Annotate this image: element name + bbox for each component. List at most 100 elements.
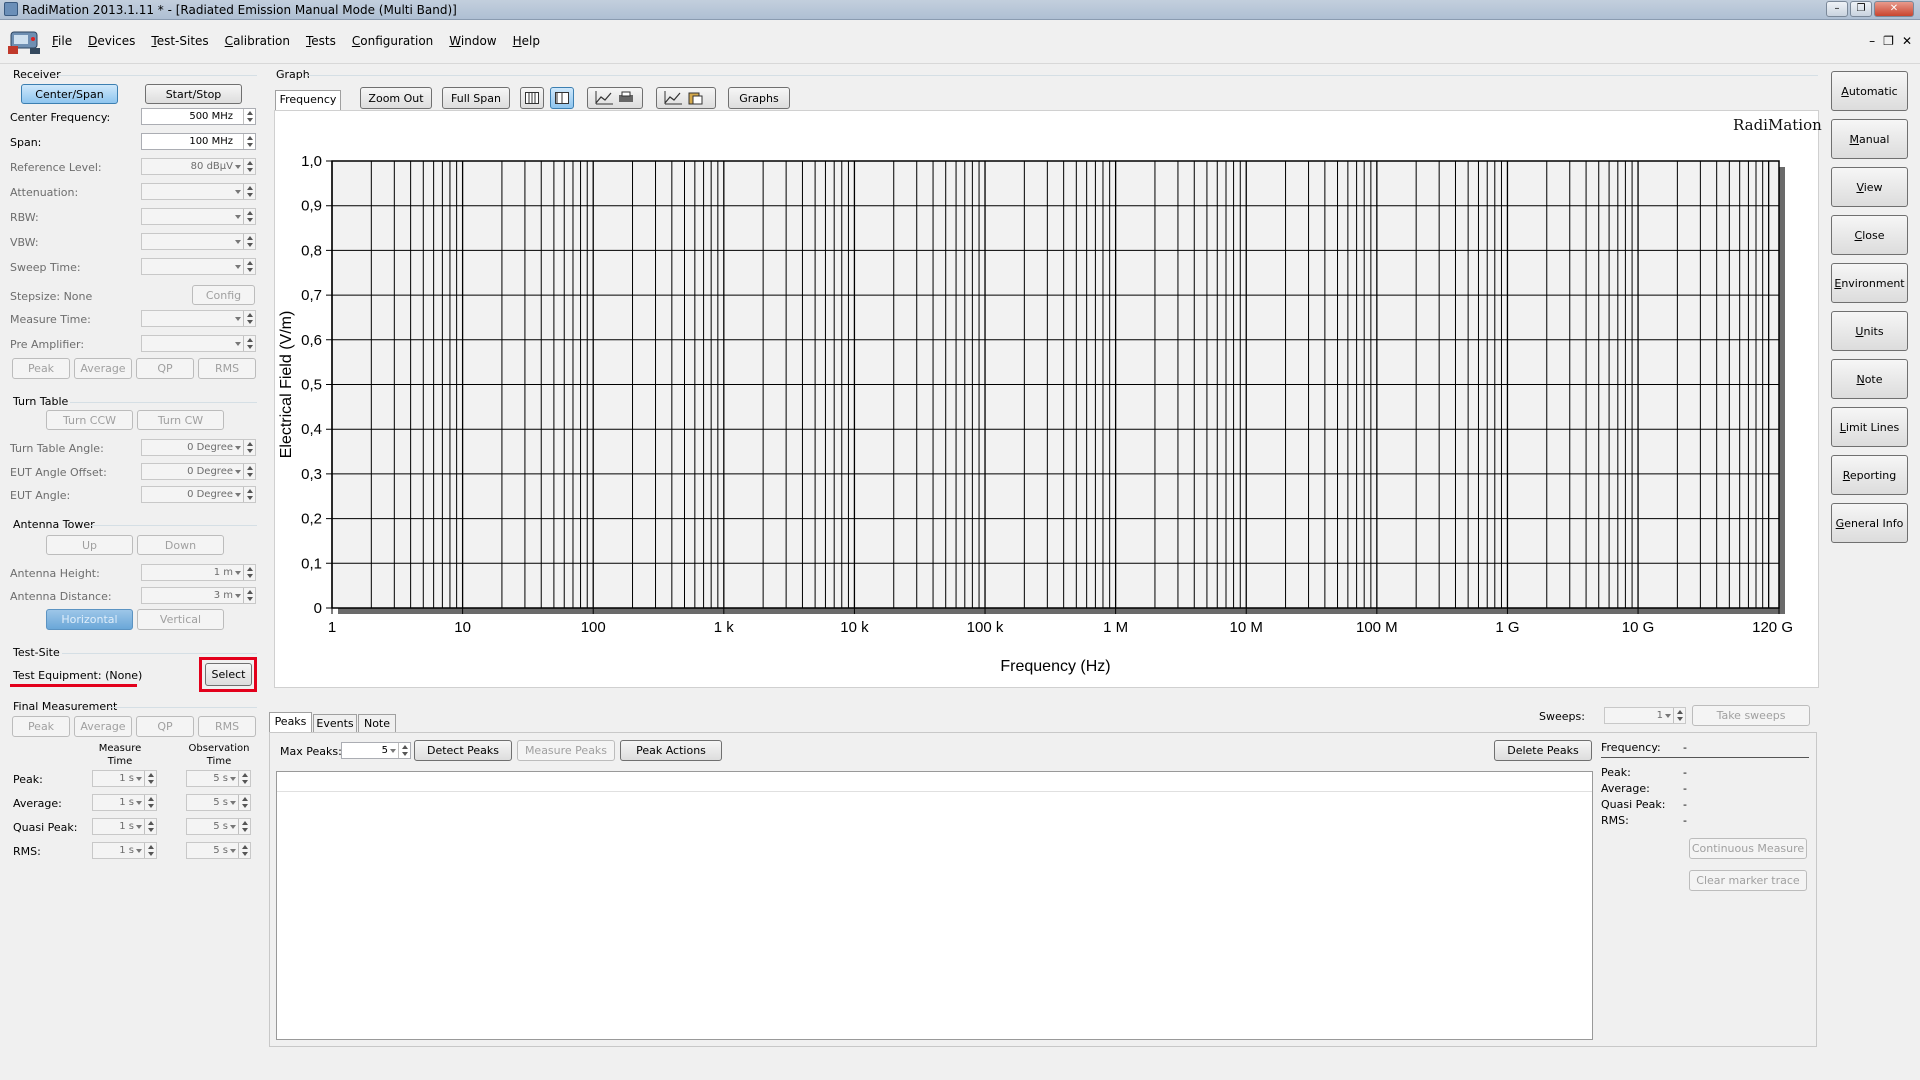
reporting-button[interactable]: Reporting bbox=[1831, 455, 1908, 495]
start-stop-button[interactable]: Start/Stop bbox=[145, 84, 242, 104]
spinner-icon[interactable] bbox=[243, 159, 255, 174]
spinner-icon[interactable] bbox=[243, 234, 255, 249]
vbw-field[interactable] bbox=[141, 233, 256, 250]
center-span-button[interactable]: Center/Span bbox=[21, 84, 118, 104]
rbw-field[interactable] bbox=[141, 208, 256, 225]
manual-button[interactable]: Manual bbox=[1831, 119, 1908, 159]
menu-tests[interactable]: Tests bbox=[306, 34, 348, 48]
mdi-restore-button[interactable]: ❐ bbox=[1883, 34, 1894, 48]
receiver-average-button[interactable]: Average bbox=[74, 358, 132, 379]
dropdown-arrow-icon[interactable] bbox=[233, 487, 243, 502]
mdi-close-button[interactable]: ✕ bbox=[1902, 34, 1912, 48]
dropdown-arrow-icon[interactable] bbox=[228, 843, 238, 858]
dropdown-arrow-icon[interactable] bbox=[233, 588, 243, 603]
copy-graph-button[interactable] bbox=[656, 87, 716, 109]
dropdown-arrow-icon[interactable] bbox=[228, 771, 238, 786]
dropdown-arrow-icon[interactable] bbox=[233, 234, 243, 249]
spinner-icon[interactable] bbox=[243, 109, 255, 124]
spinner-icon[interactable] bbox=[398, 743, 410, 758]
sweep-time-field[interactable] bbox=[141, 258, 256, 275]
grid-fine-toggle[interactable] bbox=[520, 87, 544, 109]
delete-peaks-button[interactable]: Delete Peaks bbox=[1494, 740, 1592, 761]
dropdown-arrow-icon[interactable] bbox=[233, 259, 243, 274]
final-quasi-peak-observation-field[interactable]: 5 s bbox=[186, 818, 251, 835]
tab-note[interactable]: Note bbox=[358, 714, 396, 733]
pre-amplifier-field[interactable] bbox=[141, 335, 256, 352]
final-peak-observation-field[interactable]: 5 s bbox=[186, 770, 251, 787]
attenuation-field[interactable] bbox=[141, 183, 256, 200]
dropdown-arrow-icon[interactable] bbox=[233, 159, 243, 174]
tab-frequency[interactable]: Frequency bbox=[275, 90, 341, 111]
final-rms-observation-field[interactable]: 5 s bbox=[186, 842, 251, 859]
menu-window[interactable]: Window bbox=[449, 34, 508, 48]
dropdown-arrow-icon[interactable] bbox=[134, 771, 144, 786]
spinner-icon[interactable] bbox=[243, 464, 255, 479]
eut-angle-field[interactable]: 0 Degree bbox=[141, 486, 256, 503]
mdi-minimize-button[interactable]: – bbox=[1869, 34, 1875, 48]
dropdown-arrow-icon[interactable] bbox=[233, 336, 243, 351]
antenna-height-field[interactable]: 1 m bbox=[141, 564, 256, 581]
span-field[interactable]: 100 MHz bbox=[141, 133, 256, 150]
spinner-icon[interactable] bbox=[144, 795, 156, 810]
menu-help[interactable]: Help bbox=[513, 34, 552, 48]
close-window-button[interactable]: ✕ bbox=[1874, 1, 1914, 17]
automatic-button[interactable]: Automatic bbox=[1831, 71, 1908, 111]
print-graph-button[interactable] bbox=[587, 87, 643, 109]
reference-level-field[interactable]: 80 dBµV bbox=[141, 158, 256, 175]
eut-angle-offset-field[interactable]: 0 Degree bbox=[141, 463, 256, 480]
final-peak-measure-field[interactable]: 1 s bbox=[92, 770, 157, 787]
clear-marker-trace-button[interactable]: Clear marker trace bbox=[1689, 870, 1807, 891]
spinner-icon[interactable] bbox=[144, 819, 156, 834]
center-frequency-field[interactable]: 500 MHz bbox=[141, 108, 256, 125]
final-average-observation-field[interactable]: 5 s bbox=[186, 794, 251, 811]
final-average-button[interactable]: Average bbox=[74, 716, 132, 737]
measure-peaks-button[interactable]: Measure Peaks bbox=[517, 740, 615, 761]
dropdown-arrow-icon[interactable] bbox=[233, 209, 243, 224]
spinner-icon[interactable] bbox=[238, 819, 250, 834]
spinner-icon[interactable] bbox=[243, 487, 255, 502]
config-button[interactable]: Config bbox=[192, 285, 255, 305]
spinner-icon[interactable] bbox=[144, 843, 156, 858]
menu-calibration[interactable]: Calibration bbox=[225, 34, 302, 48]
menu-devices[interactable]: Devices bbox=[88, 34, 147, 48]
final-quasi-peak-measure-field[interactable]: 1 s bbox=[92, 818, 157, 835]
menu-file[interactable]: File bbox=[52, 34, 84, 48]
dropdown-arrow-icon[interactable] bbox=[134, 843, 144, 858]
menu-test-sites[interactable]: Test-Sites bbox=[151, 34, 220, 48]
final-peak-button[interactable]: Peak bbox=[12, 716, 70, 737]
turn-table-angle-field[interactable]: 0 Degree bbox=[141, 439, 256, 456]
tab-events[interactable]: Events bbox=[313, 714, 357, 733]
tab-peaks[interactable]: Peaks bbox=[269, 712, 312, 733]
general-info-button[interactable]: General Info bbox=[1831, 503, 1908, 543]
final-rms-measure-field[interactable]: 1 s bbox=[92, 842, 157, 859]
antenna-distance-field[interactable]: 3 m bbox=[141, 587, 256, 604]
spinner-icon[interactable] bbox=[243, 259, 255, 274]
turn-ccw-button[interactable]: Turn CCW bbox=[46, 410, 133, 430]
turn-cw-button[interactable]: Turn CW bbox=[137, 410, 224, 430]
receiver-qp-button[interactable]: QP bbox=[136, 358, 194, 379]
view-button[interactable]: View bbox=[1831, 167, 1908, 207]
peak-actions-button[interactable]: Peak Actions bbox=[620, 740, 722, 761]
spinner-icon[interactable] bbox=[243, 311, 255, 326]
units-button[interactable]: Units bbox=[1831, 311, 1908, 351]
grid-coarse-toggle[interactable] bbox=[550, 87, 574, 109]
dropdown-arrow-icon[interactable] bbox=[228, 795, 238, 810]
minimize-button[interactable]: – bbox=[1826, 1, 1848, 17]
receiver-rms-button[interactable]: RMS bbox=[198, 358, 256, 379]
measure-time-field[interactable] bbox=[141, 310, 256, 327]
dropdown-arrow-icon[interactable] bbox=[233, 184, 243, 199]
spinner-icon[interactable] bbox=[238, 843, 250, 858]
final-average-measure-field[interactable]: 1 s bbox=[92, 794, 157, 811]
spinner-icon[interactable] bbox=[238, 795, 250, 810]
peaks-list[interactable] bbox=[276, 771, 1593, 1040]
spinner-icon[interactable] bbox=[243, 336, 255, 351]
spinner-icon[interactable] bbox=[238, 771, 250, 786]
spinner-icon[interactable] bbox=[243, 134, 255, 149]
horizontal-polarization-button[interactable]: Horizontal bbox=[46, 609, 133, 630]
note-button[interactable]: Note bbox=[1831, 359, 1908, 399]
dropdown-arrow-icon[interactable] bbox=[233, 311, 243, 326]
final-qp-button[interactable]: QP bbox=[136, 716, 194, 737]
full-span-button[interactable]: Full Span bbox=[442, 87, 510, 109]
zoom-out-button[interactable]: Zoom Out bbox=[360, 87, 432, 109]
take-sweeps-button[interactable]: Take sweeps bbox=[1692, 705, 1810, 726]
